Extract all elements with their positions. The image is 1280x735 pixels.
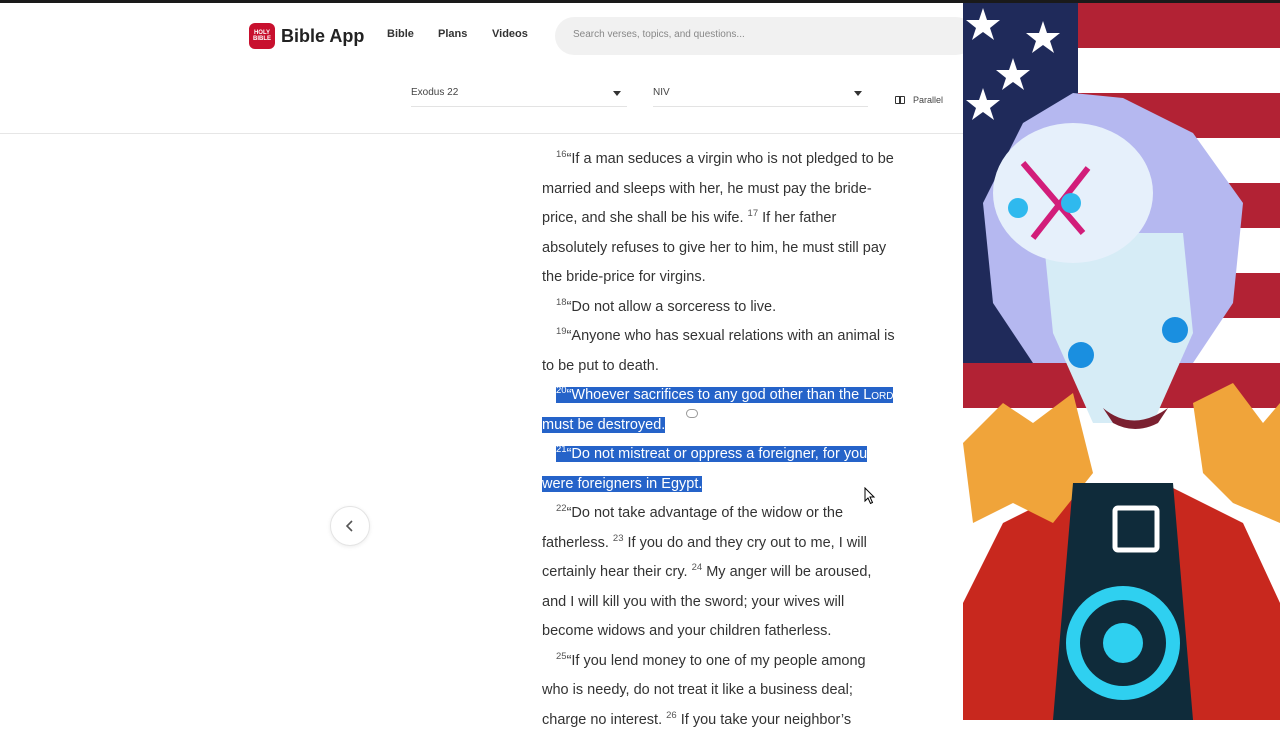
verse-number[interactable]: 23 <box>613 533 624 544</box>
nav-plans[interactable]: Plans <box>438 28 467 40</box>
verse-text: “Do not mistreat or oppress a foreigner,… <box>567 446 868 462</box>
verse-text: “Do not allow a sorceress to live. <box>567 299 777 315</box>
verse-line-content: and I will kill you with the sword; your… <box>542 594 844 610</box>
verse-text: absolutely refuses to give her to him, h… <box>542 240 886 256</box>
verse-line-content: 16“If a man seduces a virgin who is not … <box>556 151 894 167</box>
verse-text: fatherless. <box>542 535 613 551</box>
verse-line-content: who is needy, do not treat it like a bus… <box>542 682 853 698</box>
mouse-cursor-icon <box>864 487 876 505</box>
verse-text: “Do not take advantage of the widow or t… <box>567 505 843 521</box>
book-chapter-value: Exodus 22 <box>411 87 458 98</box>
verse-line[interactable]: to be put to death. <box>542 352 932 382</box>
verse-text: certainly hear their cry. <box>542 564 692 580</box>
verse-line[interactable]: 21“Do not mistreat or oppress a foreigne… <box>542 440 932 470</box>
verse-line-content: the bride-price for virgins. <box>542 269 706 285</box>
verse-text: were foreigners in Egypt. <box>542 476 702 492</box>
verse-text: “Anyone who has sexual relations with an… <box>567 328 895 344</box>
verse-text: price, and she shall be his wife. <box>542 210 748 226</box>
verse-text: “If you lend money to one of my people a… <box>567 653 866 669</box>
verse-text: the bride-price for virgins. <box>542 269 706 285</box>
caret-down-icon <box>854 91 862 96</box>
verse-line-content: married and sleeps with her, he must pay… <box>542 181 872 197</box>
verse-number[interactable]: 24 <box>692 562 703 573</box>
verse-line-content: were foreigners in Egypt. <box>542 476 702 492</box>
verse-line-content: 25“If you lend money to one of my people… <box>556 653 866 669</box>
verse-line[interactable]: the bride-price for virgins. <box>542 263 932 293</box>
verse-line[interactable]: price, and she shall be his wife. 17 If … <box>542 204 932 234</box>
verse-line[interactable]: 20“Whoever sacrifices to any god other t… <box>542 381 932 411</box>
verse-line[interactable]: 19“Anyone who has sexual relations with … <box>542 322 932 352</box>
verse-number[interactable]: 22 <box>556 503 567 514</box>
verse-line-content: 20“Whoever sacrifices to any god other t… <box>556 387 893 403</box>
verse-text: If you do and they cry out to me, I will <box>624 535 867 551</box>
verse-number[interactable]: 19 <box>556 326 567 337</box>
verse-line[interactable]: 18“Do not allow a sorceress to live. <box>542 293 932 323</box>
logo-text: Bible App <box>281 26 364 47</box>
search-placeholder: Search verses, topics, and questions... <box>573 29 745 40</box>
verse-line-content: 21“Do not mistreat or oppress a foreigne… <box>556 446 867 462</box>
nav-videos[interactable]: Videos <box>492 28 528 40</box>
divine-name-smallcaps: Lord <box>863 387 893 403</box>
caret-down-icon <box>613 91 621 96</box>
verse-line[interactable]: 25“If you lend money to one of my people… <box>542 647 932 677</box>
verse-line-content: price, and she shall be his wife. 17 If … <box>542 210 836 226</box>
vtuber-avatar-overlay <box>963 3 1280 720</box>
logo[interactable]: HOLY BIBLE Bible App <box>249 23 364 49</box>
verse-line[interactable]: 16“If a man seduces a virgin who is not … <box>542 145 932 175</box>
verse-line-content: must be destroyed. <box>542 417 665 433</box>
version-value: NIV <box>653 87 670 98</box>
verse-line[interactable]: must be destroyed. <box>542 411 932 441</box>
verse-line[interactable]: fatherless. 23 If you do and they cry ou… <box>542 529 932 559</box>
verse-text: If her father <box>758 210 836 226</box>
verse-number[interactable]: 25 <box>556 651 567 662</box>
verse-number[interactable]: 18 <box>556 297 567 308</box>
verse-line-content: fatherless. 23 If you do and they cry ou… <box>542 535 867 551</box>
verse-text: become widows and your children fatherle… <box>542 623 831 639</box>
avatar-illustration <box>963 3 1280 720</box>
verse-number[interactable]: 16 <box>556 149 567 160</box>
chapter-text[interactable]: 16“If a man seduces a virgin who is not … <box>542 145 932 735</box>
verse-text: to be put to death. <box>542 358 659 374</box>
nav-bible[interactable]: Bible <box>387 28 414 40</box>
book-chapter-select[interactable]: Exodus 22 <box>411 78 627 107</box>
verse-line-content: certainly hear their cry. 24 My anger wi… <box>542 564 871 580</box>
verse-line-content: to be put to death. <box>542 358 659 374</box>
verse-line[interactable]: charge no interest. 26 If you take your … <box>542 706 932 735</box>
version-select[interactable]: NIV <box>653 78 868 107</box>
verse-line[interactable]: become widows and your children fatherle… <box>542 617 932 647</box>
bible-logo-icon: HOLY BIBLE <box>249 23 275 49</box>
search-input[interactable]: Search verses, topics, and questions... <box>555 17 963 55</box>
verse-number[interactable]: 17 <box>748 208 759 219</box>
parallel-toggle[interactable]: Parallel <box>895 95 943 105</box>
verse-text: and I will kill you with the sword; your… <box>542 594 844 610</box>
verse-line-content: absolutely refuses to give her to him, h… <box>542 240 886 256</box>
note-icon[interactable] <box>686 409 698 418</box>
verse-text: “If a man seduces a virgin who is not pl… <box>567 151 894 167</box>
verse-number[interactable]: 26 <box>666 710 677 721</box>
verse-line-content: become widows and your children fatherle… <box>542 623 831 639</box>
verse-line[interactable]: certainly hear their cry. 24 My anger wi… <box>542 558 932 588</box>
verse-text: married and sleeps with her, he must pay… <box>542 181 872 197</box>
verse-text: My anger will be aroused, <box>702 564 871 580</box>
parallel-label: Parallel <box>913 95 943 105</box>
verse-line[interactable]: who is needy, do not treat it like a bus… <box>542 676 932 706</box>
verse-line[interactable]: married and sleeps with her, he must pay… <box>542 175 932 205</box>
verse-line-content: 19“Anyone who has sexual relations with … <box>556 328 895 344</box>
previous-chapter-button[interactable] <box>330 506 370 546</box>
verse-text: who is needy, do not treat it like a bus… <box>542 682 853 698</box>
verse-line[interactable]: absolutely refuses to give her to him, h… <box>542 234 932 264</box>
verse-text: must be destroyed. <box>542 417 665 433</box>
parallel-icon <box>895 96 905 104</box>
verse-text: “Whoever sacrifices to any god other tha… <box>567 387 864 403</box>
verse-line-content: 22“Do not take advantage of the widow or… <box>556 505 843 521</box>
verse-line[interactable]: and I will kill you with the sword; your… <box>542 588 932 618</box>
verse-number[interactable]: 21 <box>556 444 567 455</box>
chevron-left-icon <box>345 520 355 532</box>
verse-number[interactable]: 20 <box>556 385 567 396</box>
header: HOLY BIBLE Bible App Bible Plans Videos … <box>0 3 963 134</box>
verse-line-content: 18“Do not allow a sorceress to live. <box>556 299 776 315</box>
